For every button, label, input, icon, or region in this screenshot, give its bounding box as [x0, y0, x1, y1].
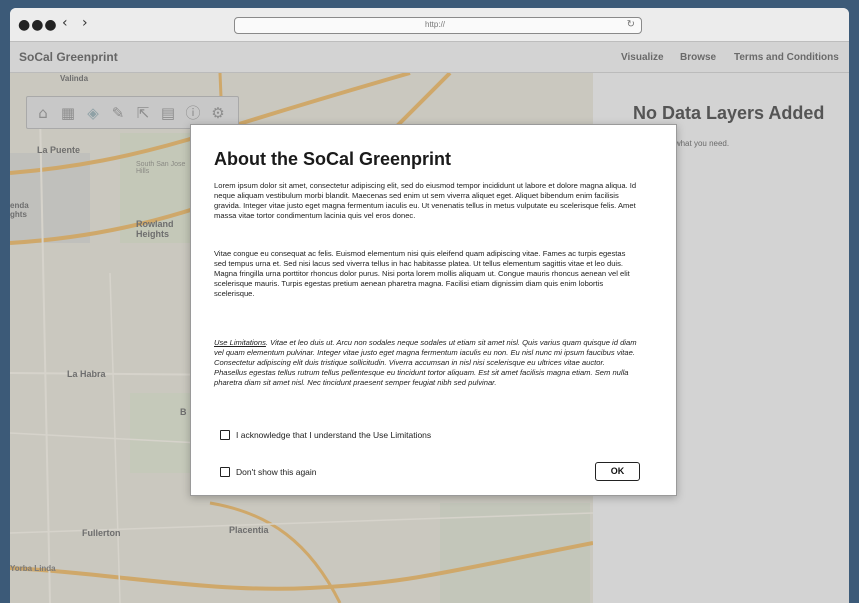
settings-icon[interactable]: ⚙ [208, 103, 228, 123]
acknowledge-label[interactable]: I acknowledge that I understand the Use … [236, 430, 431, 440]
map-label-south-san-jose-hills: South San Jose Hills [136, 161, 186, 175]
map-label-b: B [180, 407, 187, 417]
acknowledge-checkbox[interactable] [220, 430, 230, 440]
use-limitations-paragraph: Use Limitations. Vitae et leo duis ut. A… [214, 338, 637, 388]
map-label-placentia: Placentia [229, 525, 269, 535]
app-header: SoCal Greenprint Visualize Browse Terms … [10, 42, 849, 73]
window-controls[interactable]: ●●● [18, 17, 58, 33]
back-button[interactable]: ‹ [62, 15, 68, 31]
use-limitations-link[interactable]: Use Limitations [214, 338, 266, 347]
panel-title: No Data Layers Added [633, 103, 825, 123]
basemap-icon[interactable]: ▦ [58, 103, 78, 123]
calculator-icon[interactable]: ▤ [158, 103, 178, 123]
acknowledge-row[interactable]: I acknowledge that I understand the Use … [220, 430, 431, 440]
intro-paragraph: Lorem ipsum dolor sit amet, consectetur … [214, 181, 637, 221]
use-limitations-text: . Vitae et leo duis ut. Arcu non sodales… [214, 338, 637, 388]
map-label-la-habra: La Habra [67, 369, 106, 379]
reload-icon[interactable]: ↻ [627, 19, 635, 30]
layers-icon[interactable]: ◈ [83, 103, 103, 123]
modal-title: About the SoCal Greenprint [214, 149, 452, 169]
about-modal: About the SoCal Greenprint Lorem ipsum d… [190, 124, 677, 496]
nav-terms[interactable]: Terms and Conditions [734, 52, 839, 63]
map-label-yorba-linda: Yorba Linda [10, 564, 56, 573]
app-title[interactable]: SoCal Greenprint [19, 50, 118, 64]
draw-icon[interactable]: ✎ [108, 103, 128, 123]
url-text: http:// [425, 20, 446, 29]
forward-button[interactable]: › [82, 15, 88, 31]
ok-button[interactable]: OK [595, 462, 640, 481]
nav-browse[interactable]: Browse [680, 52, 716, 63]
second-paragraph: Vitae congue eu consequat ac felis. Euis… [214, 249, 630, 299]
map-label-hacienda-heights: enda ghts [10, 201, 29, 219]
dont-show-row[interactable]: Don't show this again [220, 467, 317, 477]
map-label-rowland-heights: Rowland Heights [136, 219, 174, 239]
info-icon[interactable]: ⓘ [183, 103, 203, 123]
export-icon[interactable]: ⇱ [133, 103, 153, 123]
address-bar[interactable]: http:// ↻ [234, 17, 642, 34]
home-icon[interactable]: ⌂ [33, 103, 53, 123]
nav-visualize[interactable]: Visualize [621, 52, 664, 63]
map-label-valinda: Valinda [60, 74, 89, 83]
map-label-la-puente: La Puente [37, 145, 81, 155]
dont-show-checkbox[interactable] [220, 467, 230, 477]
browser-toolbar: ●●● ‹ › http:// ↻ [10, 8, 849, 42]
map-label-fullerton: Fullerton [82, 528, 121, 538]
dont-show-label[interactable]: Don't show this again [236, 467, 317, 477]
